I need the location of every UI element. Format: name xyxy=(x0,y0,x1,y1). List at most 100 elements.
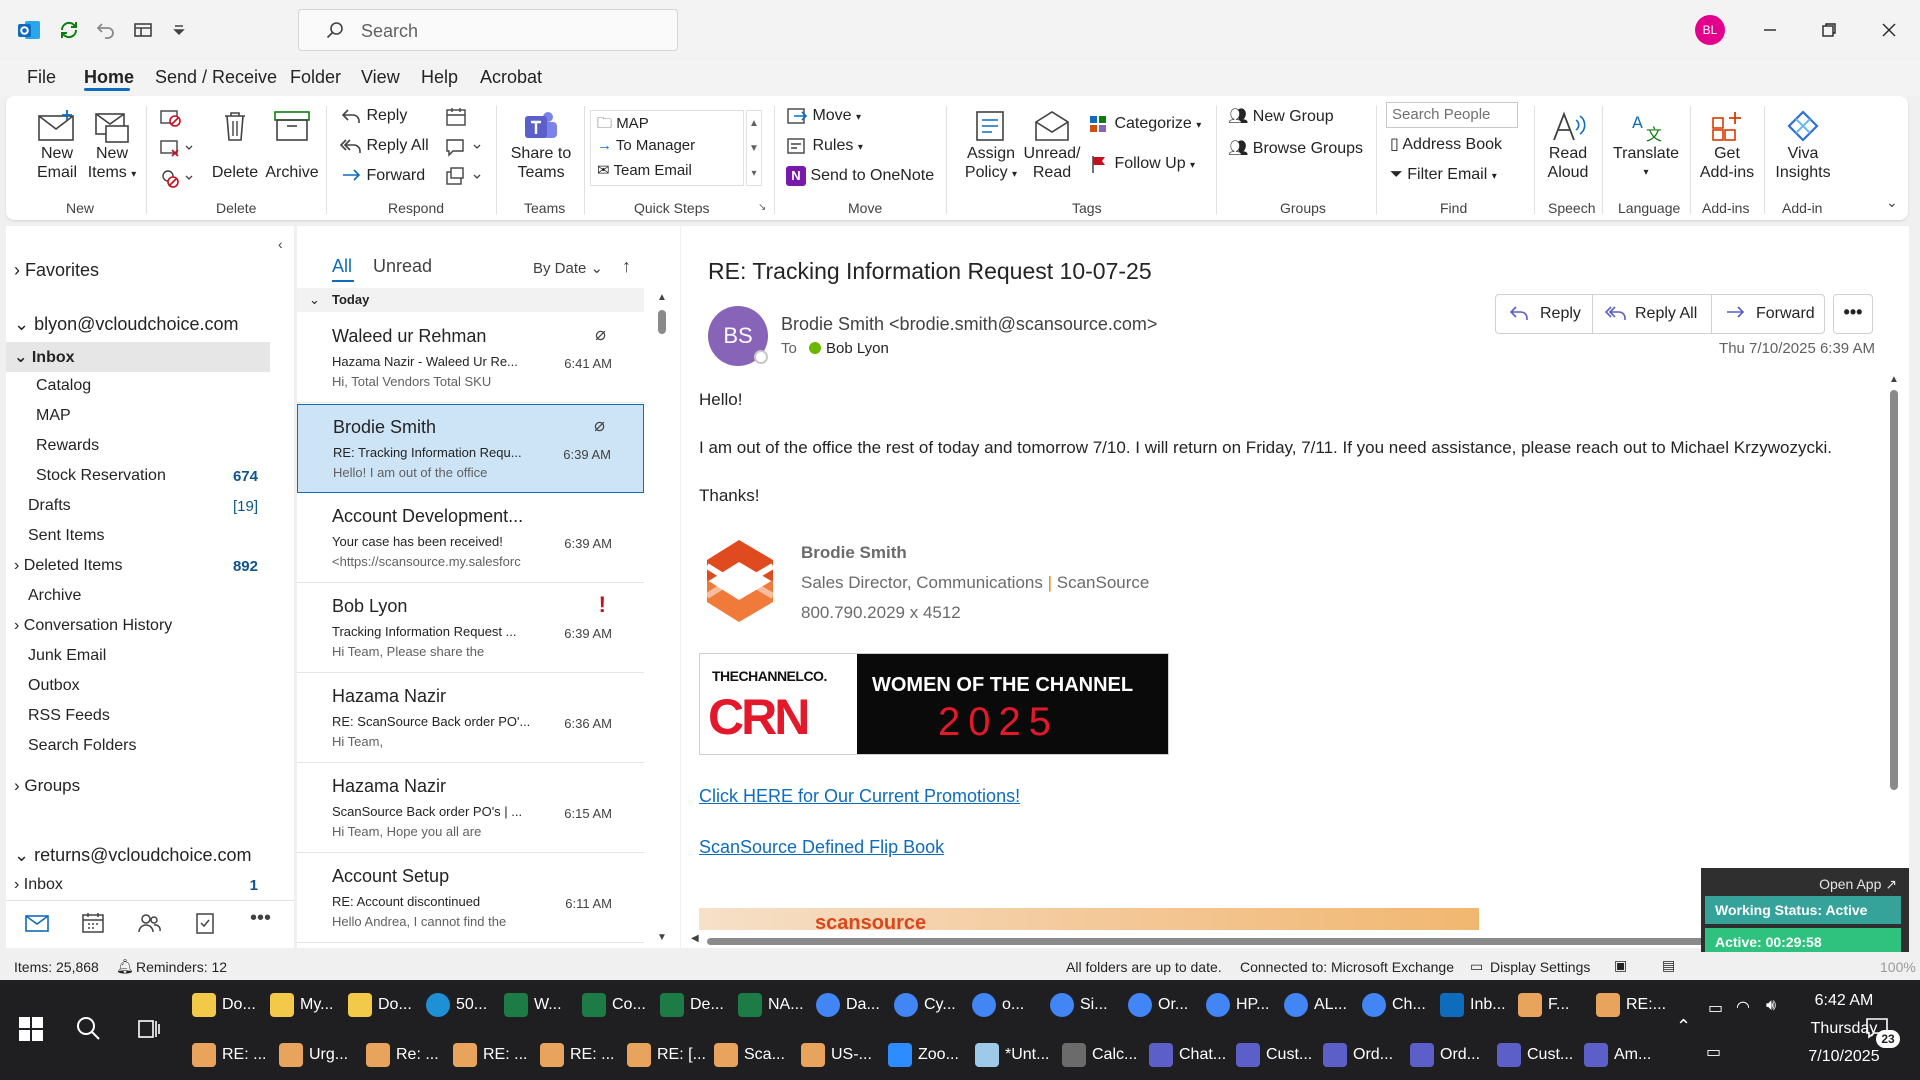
browse-groups-button[interactable]: 👥︎ Browse Groups xyxy=(1228,138,1363,158)
tab-file[interactable]: File xyxy=(27,67,56,88)
reply-button[interactable]: Reply xyxy=(340,106,407,126)
taskbar-app-teams[interactable]: Am... xyxy=(1584,1035,1651,1075)
groups-node[interactable]: › Groups xyxy=(14,776,80,796)
task-view-icon[interactable] xyxy=(136,1016,162,1042)
archive-button[interactable]: Archive xyxy=(264,108,320,182)
reply-all-button[interactable]: Reply All xyxy=(340,136,429,156)
reading-v-scrollbar[interactable]: ▲ xyxy=(1887,374,1901,934)
taskbar-app-chrome[interactable]: AL... xyxy=(1284,985,1347,1025)
tab-view[interactable]: View xyxy=(361,67,400,88)
sort-direction-icon[interactable]: ↑ xyxy=(622,256,631,277)
taskbar-app-chrome[interactable]: Si... xyxy=(1050,985,1108,1025)
quick-step-to-manager[interactable]: → To Manager xyxy=(597,137,695,154)
folder-junk-email[interactable]: Junk Email xyxy=(28,647,106,665)
taskbar-app-folder[interactable]: Do... xyxy=(192,985,256,1025)
taskbar-app-excel[interactable]: W... xyxy=(504,985,562,1025)
junk-icon[interactable] xyxy=(158,166,194,190)
taskbar-app-chrome[interactable]: Cy... xyxy=(894,985,956,1025)
taskbar-app-teams[interactable]: Cust... xyxy=(1236,1035,1312,1075)
more-apps-icon[interactable]: ••• xyxy=(250,907,271,930)
taskbar-app-mail[interactable]: F... xyxy=(1518,985,1569,1025)
collapse-pane-icon[interactable]: ‹ xyxy=(278,236,283,252)
avatar[interactable]: BL xyxy=(1695,15,1725,45)
new-email-button[interactable]: New Email xyxy=(30,108,84,182)
unread-read-button[interactable]: Unread/ Read xyxy=(1022,108,1082,182)
close-button[interactable] xyxy=(1873,14,1905,46)
people-icon[interactable] xyxy=(136,911,162,935)
normal-view-icon[interactable]: ▣ xyxy=(1614,957,1627,974)
follow-up-button[interactable]: Follow Up ▾ xyxy=(1088,154,1195,174)
folder-drafts[interactable]: Drafts xyxy=(28,497,71,515)
viva-insights-button[interactable]: Viva Insights xyxy=(1772,108,1834,182)
volume-icon[interactable]: 🔊︎ xyxy=(1766,997,1776,1015)
folder-sent-items[interactable]: Sent Items xyxy=(28,527,104,545)
more-actions-button[interactable]: ••• xyxy=(1833,294,1873,334)
h-scroll-thumb[interactable] xyxy=(707,938,1737,945)
women-of-channel-banner[interactable]: THECHANNELCO. CRN WOMEN OF THE CHANNEL 2… xyxy=(699,653,1169,755)
message-item[interactable]: Account Development... Your case has bee… xyxy=(297,494,644,583)
message-item[interactable]: Bob Lyon ! Tracking Information Request … xyxy=(297,584,644,673)
search-people-input[interactable]: Search People xyxy=(1386,102,1518,128)
reminders-count[interactable]: Reminders: 12 xyxy=(136,959,227,975)
taskbar-app-chrome[interactable]: Ch... xyxy=(1362,985,1426,1025)
tab-folder[interactable]: Folder xyxy=(290,67,341,88)
move-button[interactable]: Move ▾ xyxy=(786,106,861,126)
group-header[interactable]: ⌄ Today xyxy=(297,288,644,312)
search-icon[interactable] xyxy=(74,1014,102,1042)
address-book-button[interactable]: ▯ Address Book xyxy=(1390,134,1502,154)
tab-acrobat[interactable]: Acrobat xyxy=(480,67,542,88)
send-receive-icon[interactable] xyxy=(57,18,81,42)
wifi-icon[interactable]: ◠ xyxy=(1736,997,1750,1017)
message-item[interactable]: Waleed ur Rehman ⌀ Hazama Nazir - Waleed… xyxy=(297,314,644,403)
taskbar-app-teams[interactable]: Ord... xyxy=(1323,1035,1393,1075)
folder-archive[interactable]: Archive xyxy=(28,587,81,605)
taskbar-app-mail[interactable]: RE:... xyxy=(1596,985,1666,1025)
scroll-left-icon[interactable]: ◀ xyxy=(691,933,699,944)
ignore-icon[interactable] xyxy=(158,106,184,130)
taskbar-app-zoom[interactable]: Zoo... xyxy=(888,1035,959,1075)
scroll-up-icon[interactable]: ▲ xyxy=(1889,374,1899,385)
recipient-name[interactable]: Bob Lyon xyxy=(826,340,889,357)
sort-dropdown[interactable]: By Date ⌄ xyxy=(533,259,603,277)
get-addins-button[interactable]: Get Add-ins xyxy=(1696,108,1758,182)
window-layout-icon[interactable] xyxy=(131,18,155,42)
taskbar-app-teams[interactable]: Ord... xyxy=(1410,1035,1480,1075)
tasks-icon[interactable] xyxy=(192,911,218,935)
folder-rewards[interactable]: Rewards xyxy=(36,437,99,455)
more-respond-icon[interactable] xyxy=(444,166,484,188)
taskbar-app-mail[interactable]: Sca... xyxy=(714,1035,785,1075)
scroll-up-icon[interactable]: ▲ xyxy=(657,292,667,303)
read-aloud-button[interactable]: Read Aloud xyxy=(1540,108,1596,182)
rules-button[interactable]: Rules ▾ xyxy=(786,136,863,156)
clean-up-icon[interactable] xyxy=(158,136,194,160)
promotions-link[interactable]: Click HERE for Our Current Promotions! xyxy=(699,786,1020,807)
taskbar-app-calc[interactable]: Calc... xyxy=(1062,1035,1137,1075)
folder-map[interactable]: MAP xyxy=(36,407,71,425)
taskbar-app-folder[interactable]: My... xyxy=(270,985,333,1025)
calendar-icon[interactable] xyxy=(80,911,106,935)
taskbar-app-mail[interactable]: RE: ... xyxy=(453,1035,527,1075)
taskbar-app-folder[interactable]: Do... xyxy=(348,985,412,1025)
folder-catalog[interactable]: Catalog xyxy=(36,377,91,395)
taskbar-app-mail[interactable]: RE: ... xyxy=(192,1035,266,1075)
reply-button[interactable]: Reply xyxy=(1495,294,1593,334)
assign-policy-button[interactable]: Assign Policy ▾ xyxy=(960,108,1022,184)
taskbar-app-notepad[interactable]: *Unt... xyxy=(975,1035,1049,1075)
scroll-thumb[interactable] xyxy=(658,310,666,334)
reading-view-icon[interactable]: ▤ xyxy=(1662,957,1675,974)
collapse-ribbon-icon[interactable]: ⌄ xyxy=(1886,194,1898,211)
customize-toolbar-icon[interactable] xyxy=(167,18,191,42)
minimize-button[interactable] xyxy=(1754,14,1786,46)
scroll-down-icon[interactable]: ▼ xyxy=(657,932,667,943)
folder-inbox[interactable]: ⌄ Inbox xyxy=(14,347,75,367)
filter-all-tab[interactable]: All xyxy=(332,256,352,277)
taskbar-app-chrome[interactable]: o... xyxy=(972,985,1024,1025)
folder-stock-reservation[interactable]: Stock Reservation xyxy=(36,467,166,485)
taskbar-app-excel[interactable]: NA... xyxy=(738,985,804,1025)
taskbar-app-mail[interactable]: RE: [... xyxy=(627,1035,706,1075)
open-app-button[interactable]: Open App ↗ xyxy=(1819,876,1897,893)
network-icon[interactable]: ▭ xyxy=(1706,1042,1721,1062)
account-node[interactable]: ⌄ blyon@vcloudchoice.com xyxy=(14,314,238,335)
folder-deleted-items[interactable]: › Deleted Items xyxy=(14,557,123,575)
meeting-icon[interactable] xyxy=(444,106,468,128)
